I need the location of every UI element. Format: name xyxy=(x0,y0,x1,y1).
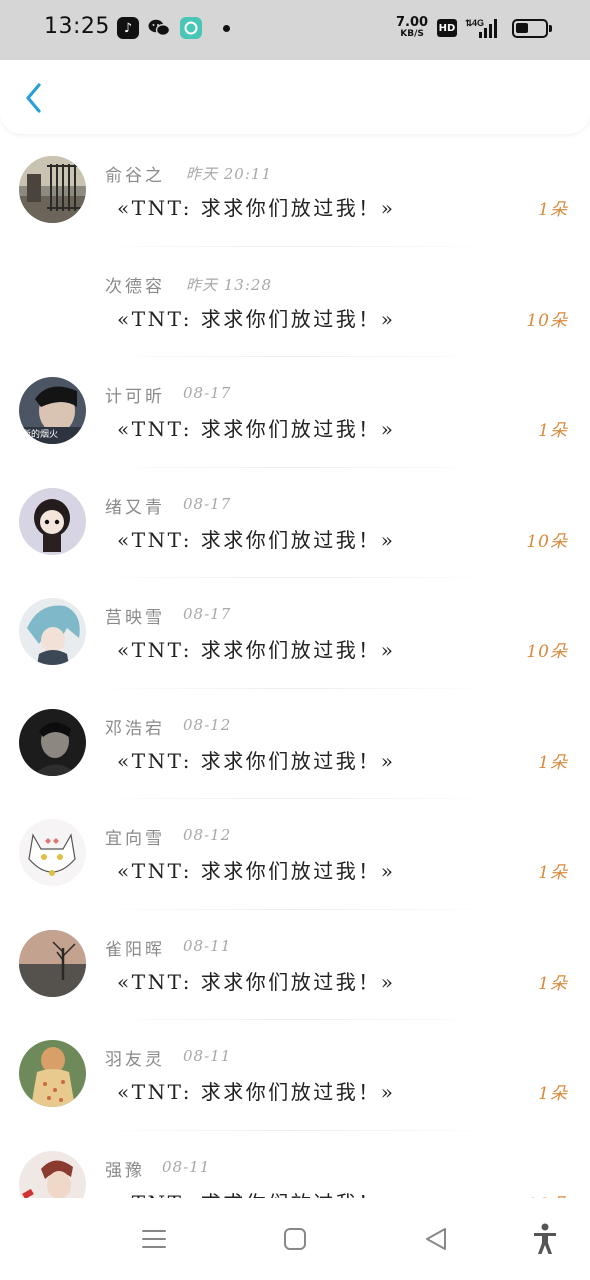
flower-count: 1朵 xyxy=(538,863,568,883)
item-date: 08-12 xyxy=(183,826,232,844)
avatar[interactable] xyxy=(19,819,86,886)
item-message: «TNT: 求求你们放过我！» xyxy=(117,527,396,552)
item-message: «TNT: 求求你们放过我！» xyxy=(117,417,396,441)
home-square-icon xyxy=(284,1228,306,1250)
status-time: 13:25 xyxy=(44,14,110,39)
network-speed-unit: KB/S xyxy=(400,29,424,39)
gift-list: 俞谷之 昨天 20:11 «TNT: 求求你们放过我！» 1朵 次德容 昨天 1… xyxy=(0,136,590,1198)
item-message: «TNT: 求求你们放过我！» xyxy=(117,1187,396,1199)
item-date: 08-17 xyxy=(183,605,232,623)
back-nav-button[interactable] xyxy=(416,1220,456,1258)
flower-count: 10朵 xyxy=(526,531,568,552)
list-item[interactable]: 羽友灵 08-11 «TNT: 求求你们放过我！» 1朵 xyxy=(0,1020,590,1131)
item-message: «TNT: 求求你们放过我！» xyxy=(117,196,396,220)
item-date: 昨天 20:11 xyxy=(186,165,272,183)
list-item[interactable]: 强豫 08-11 «TNT: 求求你们放过我！» 10朵 xyxy=(0,1131,590,1199)
list-item[interactable]: 次德容 昨天 13:28 «TNT: 求求你们放过我！» 10朵 xyxy=(0,247,590,358)
avatar[interactable] xyxy=(19,598,86,665)
system-nav-bar xyxy=(0,1198,590,1280)
list-item[interactable]: 邓浩宕 08-12 «TNT: 求求你们放过我！» 1朵 xyxy=(0,689,590,800)
item-date: 08-11 xyxy=(162,1157,211,1176)
svg-text:逝的烟火: 逝的烟火 xyxy=(22,428,58,440)
avatar[interactable] xyxy=(19,156,86,223)
user-name: 强豫 xyxy=(105,1160,145,1181)
item-message: «TNT: 求求你们放过我！» xyxy=(117,859,396,883)
battery-level xyxy=(516,23,528,33)
network-type: 4G xyxy=(472,18,484,28)
user-name: 宜向雪 xyxy=(105,829,165,849)
status-bar: 13:25 ♪ 7.00 KB/S HD ⇅ 4G xyxy=(0,0,590,60)
user-name: 俞谷之 xyxy=(105,166,165,186)
user-name: 绪又青 xyxy=(105,497,165,518)
avatar[interactable] xyxy=(19,1040,86,1107)
wechat-icon xyxy=(148,17,170,39)
item-date: 08-11 xyxy=(183,1047,232,1065)
tiktok-icon: ♪ xyxy=(117,17,139,39)
chat-app-icon xyxy=(180,17,202,39)
list-item[interactable]: 绪又青 08-17 «TNT: 求求你们放过我！» 10朵 xyxy=(0,468,590,579)
accessibility-icon xyxy=(534,1223,556,1254)
list-item[interactable]: 俞谷之 昨天 20:11 «TNT: 求求你们放过我！» 1朵 xyxy=(0,136,590,247)
flower-count: 1朵 xyxy=(538,200,568,220)
network-speed: 7.00 KB/S xyxy=(396,16,428,39)
user-name: 次德容 xyxy=(105,276,165,297)
item-date: 昨天 13:28 xyxy=(186,275,272,294)
menu-button[interactable] xyxy=(134,1220,174,1258)
battery-cap xyxy=(549,25,552,32)
signal-icon: ⇅ 4G xyxy=(465,16,501,40)
back-button[interactable] xyxy=(14,78,54,118)
flower-count: 1朵 xyxy=(538,973,568,994)
item-message: «TNT: 求求你们放过我！» xyxy=(117,306,396,331)
flower-count: 10朵 xyxy=(526,1190,568,1199)
flower-count: 10朵 xyxy=(526,642,568,662)
avatar[interactable] xyxy=(19,929,86,997)
item-message: «TNT: 求求你们放过我！» xyxy=(117,1080,396,1104)
list-item[interactable]: 宜向雪 08-12 «TNT: 求求你们放过我！» 1朵 xyxy=(0,799,590,910)
avatar[interactable] xyxy=(19,708,86,776)
list-item[interactable]: 莒映雪 08-17 «TNT: 求求你们放过我！» 10朵 xyxy=(0,578,590,689)
accessibility-button[interactable] xyxy=(525,1220,565,1258)
back-triangle-icon xyxy=(426,1228,446,1250)
flower-count: 1朵 xyxy=(538,1084,568,1104)
avatar[interactable] xyxy=(19,1150,86,1198)
hd-badge: HD xyxy=(437,19,457,37)
item-message: «TNT: 求求你们放过我！» xyxy=(117,969,396,994)
item-date: 08-17 xyxy=(183,494,232,513)
list-item[interactable]: 雀阳晖 08-11 «TNT: 求求你们放过我！» 1朵 xyxy=(0,910,590,1021)
battery-icon xyxy=(512,19,552,38)
avatar[interactable]: 逝的烟火 xyxy=(19,377,86,444)
user-name: 羽友灵 xyxy=(105,1050,165,1070)
user-name: 莒映雪 xyxy=(105,608,165,628)
item-message: «TNT: 求求你们放过我！» xyxy=(117,638,396,662)
network-speed-value: 7.00 xyxy=(396,15,429,30)
flower-count: 1朵 xyxy=(538,752,568,773)
item-message: «TNT: 求求你们放过我！» xyxy=(117,748,396,773)
item-date: 08-11 xyxy=(183,936,232,955)
list-item[interactable]: 逝的烟火 计可昕 08-17 «TNT: 求求你们放过我！» 1朵 xyxy=(0,357,590,468)
menu-icon xyxy=(142,1230,166,1248)
user-name: 邓浩宕 xyxy=(105,718,165,739)
flower-count: 10朵 xyxy=(526,310,568,331)
user-name: 雀阳晖 xyxy=(105,939,165,960)
flower-count: 1朵 xyxy=(538,421,568,441)
item-date: 08-17 xyxy=(183,384,232,402)
notification-dot xyxy=(223,25,230,32)
user-name: 计可昕 xyxy=(105,387,165,407)
avatar[interactable] xyxy=(19,487,86,555)
home-button[interactable] xyxy=(275,1220,315,1258)
chevron-left-icon xyxy=(26,83,41,113)
page-header xyxy=(0,60,590,134)
item-date: 08-12 xyxy=(183,715,232,734)
